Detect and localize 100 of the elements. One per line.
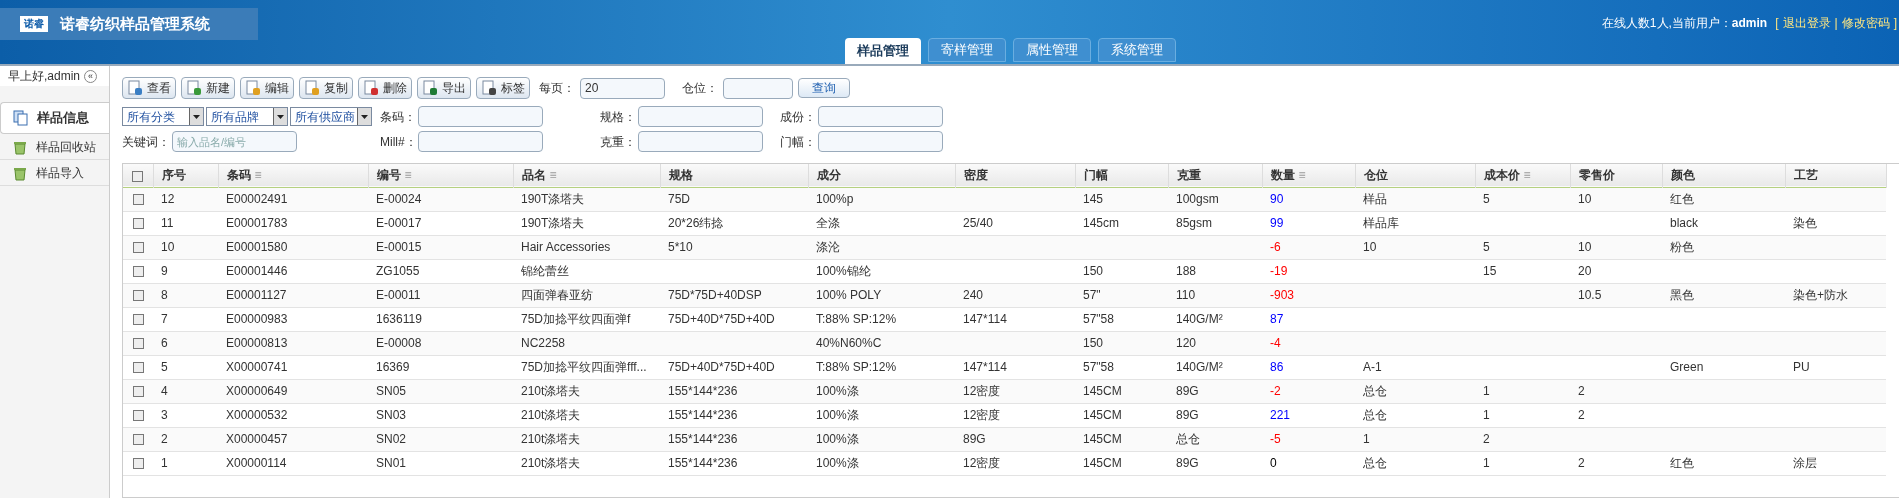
field-label: 克重： [600, 133, 637, 151]
table-cell: 145CM [1083, 384, 1122, 398]
table-cell: 25/40 [963, 216, 994, 230]
keyword-field[interactable]: 输入品名/编号 [172, 131, 297, 152]
table-cell: E00001783 [226, 216, 288, 230]
table-cell: 155*144*236 [668, 408, 738, 422]
filter-field[interactable] [638, 131, 763, 152]
table-cell: 100%锦纶 [816, 264, 871, 278]
table-cell: T:88% SP:12% [816, 360, 897, 374]
filter-field[interactable] [418, 131, 543, 152]
table-cell: -2 [1270, 384, 1281, 398]
per-page-field[interactable]: 20 [580, 77, 665, 99]
table-cell: 全涤 [816, 216, 840, 230]
row-checkbox[interactable] [132, 242, 144, 254]
column-header[interactable]: 成本价 ≡ [1475, 164, 1570, 187]
column-header[interactable]: 品名 ≡ [513, 164, 660, 187]
column-header[interactable]: 零售价 [1570, 164, 1662, 187]
table-cell: E00001127 [226, 288, 287, 302]
table-cell: 5 [161, 360, 168, 374]
select-all-checkbox[interactable] [132, 170, 144, 182]
table-cell: 16369 [376, 360, 410, 374]
table-cell: 145CM [1083, 408, 1122, 422]
table-cell: E-00015 [376, 240, 422, 254]
table-cell: -5 [1270, 432, 1281, 446]
table-cell: 150 [1083, 336, 1104, 350]
row-checkbox[interactable] [132, 314, 144, 326]
table-cell: 210t涤塔夫 [521, 432, 581, 446]
toolbar-button[interactable]: 查看 [122, 77, 176, 99]
table-cell: 2 [161, 432, 168, 446]
row-checkbox[interactable] [132, 434, 144, 446]
table-cell: 221 [1270, 408, 1291, 422]
row-checkbox[interactable] [132, 266, 144, 278]
column-header[interactable]: 门幅 [1075, 164, 1168, 187]
table-cell: 147*114 [963, 360, 1007, 374]
change-password-link[interactable]: 修改密码 [1841, 14, 1890, 32]
logo: 诺睿 [20, 16, 48, 32]
column-header[interactable]: 成分 [808, 164, 955, 187]
toolbar-button[interactable]: 导出 [417, 77, 471, 99]
toolbar-button[interactable]: 标签 [476, 77, 530, 99]
table-cell: X00000649 [226, 384, 288, 398]
field-label: 关键词： [122, 133, 171, 151]
row-checkbox[interactable] [132, 386, 144, 398]
table-cell: 75D*75D+40DSP [668, 288, 762, 302]
table-cell: SN05 [376, 384, 407, 398]
sidebar-item[interactable]: 样品导入 [0, 160, 109, 186]
table-cell: E-00008 [376, 336, 422, 350]
column-header[interactable]: 克重 [1168, 164, 1262, 187]
table-cell: X00000114 [226, 456, 287, 470]
table-cell: 140G/M² [1176, 360, 1223, 374]
row-checkbox[interactable] [132, 338, 144, 350]
column-header[interactable]: 仓位 [1355, 164, 1475, 187]
filter-field[interactable] [418, 106, 543, 127]
table-cell: 147*114 [963, 312, 1007, 326]
table-cell: 染色+防水 [1793, 288, 1848, 302]
filter-field[interactable] [638, 106, 763, 127]
table-cell: 1 [1483, 456, 1490, 470]
table-cell: 100gsm [1176, 192, 1219, 206]
sidebar-item[interactable]: 样品信息 [0, 102, 109, 134]
table-cell: 2 [1483, 432, 1490, 446]
field-label: 仓位： [682, 80, 718, 97]
table-cell: 210t涤塔夫 [521, 408, 581, 422]
column-header[interactable]: 数量 ≡ [1262, 164, 1355, 187]
column-header[interactable]: 密度 [955, 164, 1075, 187]
table-cell: 5 [1483, 192, 1490, 206]
table-cell: 86 [1270, 360, 1284, 374]
toolbar-button[interactable]: 新建 [181, 77, 235, 99]
dropdown[interactable]: 所有供应商 [290, 107, 372, 126]
column-header[interactable]: 工艺 [1785, 164, 1886, 187]
table-cell: 10 [161, 240, 175, 254]
toolbar-button[interactable]: 删除 [358, 77, 412, 99]
table-cell: 12密度 [963, 456, 1001, 470]
toolbar-button[interactable]: 复制 [299, 77, 353, 99]
query-button[interactable]: 查询 [798, 78, 850, 98]
nav-tab[interactable]: 样品管理 [845, 38, 921, 64]
table-cell: X00000457 [226, 432, 288, 446]
row-checkbox[interactable] [132, 218, 144, 230]
table-cell: ZG1055 [376, 264, 420, 278]
row-checkbox[interactable] [132, 410, 144, 422]
greeting: 早上好,admin [8, 68, 81, 85]
row-checkbox[interactable] [132, 290, 144, 302]
sidebar-item[interactable]: 样品回收站 [0, 134, 109, 160]
column-header[interactable]: 编号 ≡ [368, 164, 513, 187]
filter-field[interactable] [818, 131, 943, 152]
column-header[interactable]: 颜色 [1662, 164, 1785, 187]
dropdown[interactable]: 所有品牌 [206, 107, 288, 126]
row-checkbox[interactable] [132, 458, 144, 470]
dropdown[interactable]: 所有分类 [122, 107, 204, 126]
row-checkbox[interactable] [132, 194, 144, 206]
column-header[interactable]: 规格 [660, 164, 808, 187]
table-cell: 1 [161, 456, 168, 470]
toolbar-button[interactable]: 编辑 [240, 77, 294, 99]
table-cell: 15 [1483, 264, 1497, 278]
filter-field[interactable] [818, 106, 943, 127]
row-checkbox[interactable] [132, 362, 144, 374]
location-field[interactable] [723, 77, 793, 99]
table-cell: 240 [963, 288, 984, 302]
table-cell: 总仓 [1363, 384, 1387, 398]
logout-link[interactable]: 退出登录 [1782, 14, 1831, 32]
column-header[interactable]: 序号 [153, 164, 218, 187]
column-header[interactable]: 条码 ≡ [218, 164, 368, 187]
